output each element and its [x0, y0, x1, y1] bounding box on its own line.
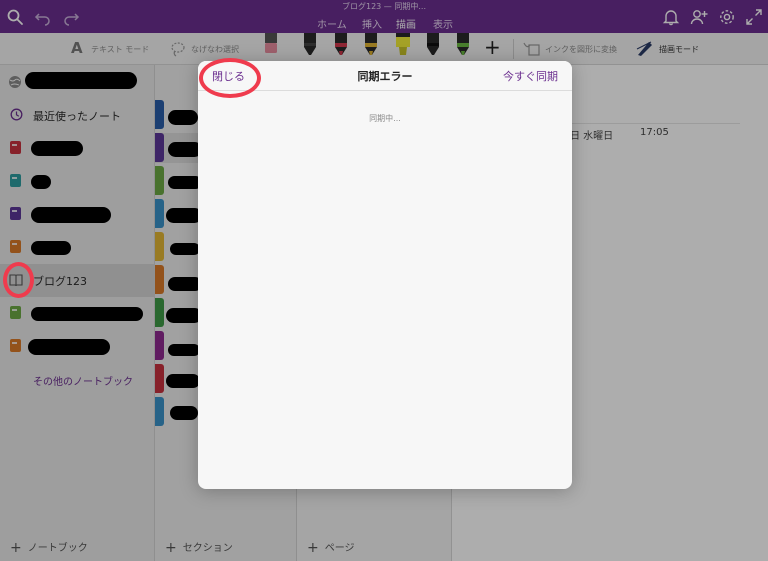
sync-status-text: 同期中... [369, 114, 401, 123]
annotation-circle-notebook [3, 262, 34, 298]
sync-now-button[interactable]: 今すぐ同期 [503, 68, 558, 84]
annotation-circle-close [199, 58, 261, 98]
sync-error-dialog: 閉じる 同期エラー 今すぐ同期 同期中... [198, 61, 572, 489]
